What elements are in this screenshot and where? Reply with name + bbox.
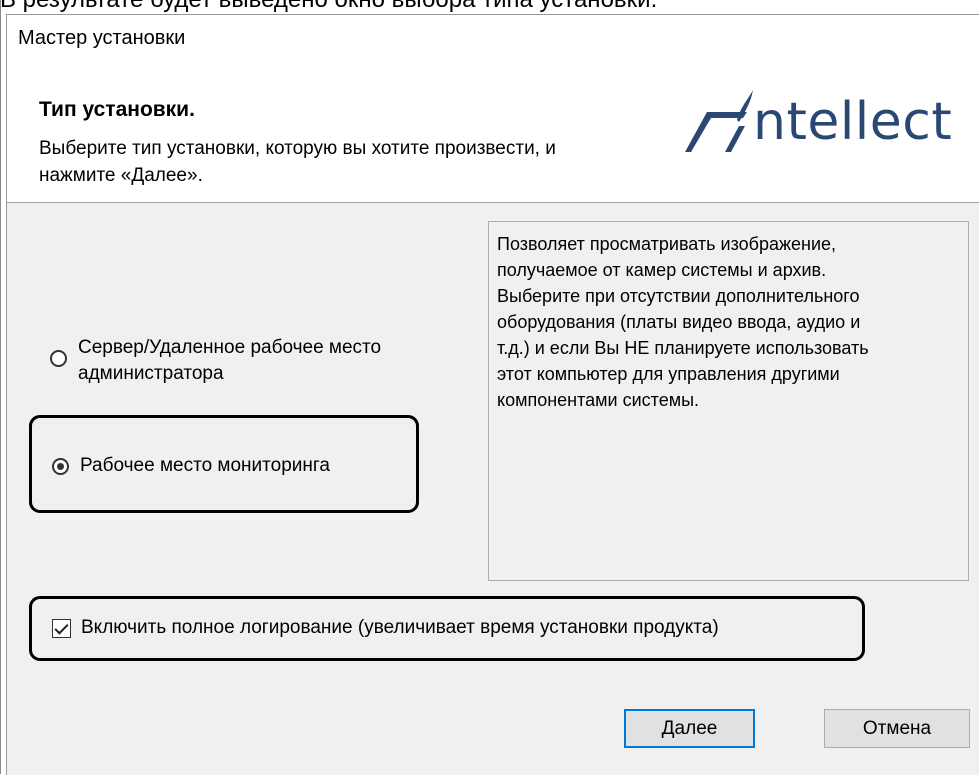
option-server-admin-label: Сервер/Удаленное рабочее место администр… [78, 337, 382, 384]
window-title: Мастер установки [18, 27, 186, 49]
option-server-admin[interactable]: Сервер/Удаленное рабочее место администр… [50, 335, 408, 387]
logging-label: Включить полное логирование (увеличивает… [81, 617, 719, 638]
document-caption: В результате будет выведено окно выбора … [0, 0, 979, 15]
option-monitoring-label: Рабочее место мониторинга [80, 455, 330, 476]
next-button[interactable]: Далее [624, 709, 755, 748]
page-title: Тип установки. [39, 98, 195, 121]
page-subtitle: Выберите тип установки, которую вы хотит… [39, 138, 556, 186]
header-panel: Тип установки. Выберите тип установки, к… [7, 72, 979, 202]
cancel-button[interactable]: Отмена [824, 709, 970, 748]
logging-option[interactable]: Включить полное логирование (увеличивает… [52, 617, 719, 639]
logo-wordmark: ntellect [753, 92, 953, 152]
radio-monitoring[interactable] [52, 458, 69, 475]
intellect-logo: ntellect [673, 86, 973, 166]
option-description: Позволяет просматривать изображение, пол… [488, 221, 969, 581]
logging-checkbox[interactable] [52, 618, 71, 638]
radio-server-admin[interactable] [50, 350, 67, 367]
intellect-logo-mark-icon [685, 90, 753, 152]
title-bar: Мастер установки [7, 15, 979, 72]
header-divider [7, 202, 979, 203]
page-edge-line [0, 0, 1, 774]
installer-window: Мастер установки Тип установки. Выберите… [6, 14, 979, 775]
option-monitoring[interactable]: Рабочее место мониторинга [52, 453, 330, 479]
